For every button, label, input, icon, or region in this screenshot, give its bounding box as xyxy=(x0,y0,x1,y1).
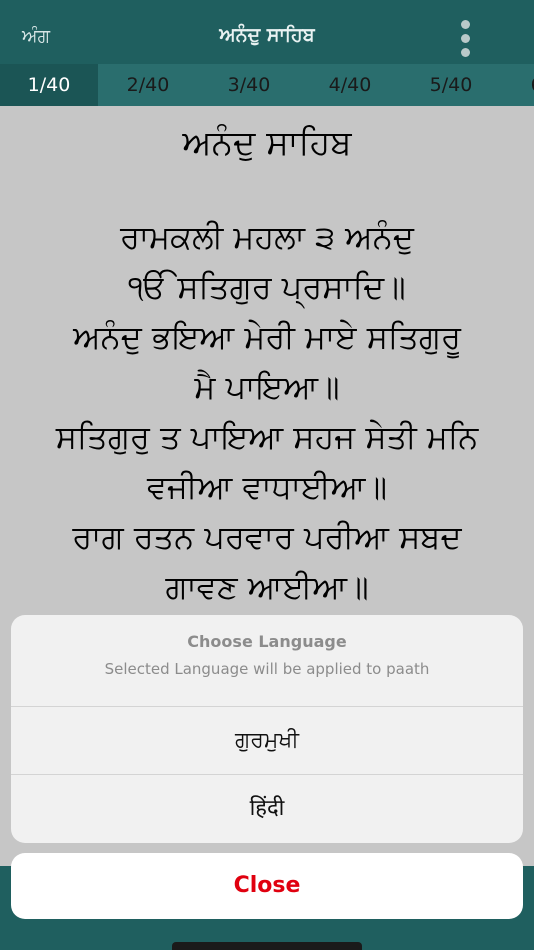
app-header: ਅੰਗ ਅਨੰਦੁ ਸਾਹਿਬ xyxy=(0,0,534,64)
tab-page-6[interactable]: 6/40 xyxy=(503,64,534,106)
verse-line: ੴ ਸਤਿਗੁਰ ਪ੍ਰਸਾਦਿ॥ xyxy=(128,268,406,306)
verse-line: ਗਾਵਣ ਆਈਆ॥ xyxy=(165,568,369,606)
tab-page-4[interactable]: 4/40 xyxy=(301,64,399,106)
more-options-icon[interactable] xyxy=(452,20,480,58)
tab-page-5[interactable]: 5/40 xyxy=(402,64,500,106)
tab-page-3[interactable]: 3/40 xyxy=(200,64,298,106)
sheet-title: Choose Language xyxy=(187,632,347,651)
verse-line: ਸਤਿਗੁਰੁ ਤ ਪਾਇਆ ਸਹਜ ਸੇਤੀ ਮਨਿ xyxy=(55,418,479,456)
language-option-hindi[interactable]: हिंदी xyxy=(11,775,523,842)
verse-line: ਅਨੰਦੁ ਭਇਆ ਮੇਰੀ ਮਾਏ ਸਤਿਗੁਰੂ xyxy=(73,318,461,356)
verse-line: ਵਜੀਆ ਵਾਧਾਈਆ॥ xyxy=(146,468,388,506)
tab-page-1[interactable]: 1/40 xyxy=(0,64,98,106)
sheet-header: Choose Language Selected Language will b… xyxy=(11,615,523,707)
language-option-gurmukhi[interactable]: ਗੁਰਮੁਖੀ xyxy=(11,707,523,775)
paath-heading: ਅਨੰਦੁ ਸਾਹਿਬ xyxy=(182,123,352,163)
page-tabs: 1/40 2/40 3/40 4/40 5/40 6/40 xyxy=(0,64,534,106)
language-action-sheet: Choose Language Selected Language will b… xyxy=(11,615,523,843)
verse-line: ਰਾਮਕਲੀ ਮਹਲਾ ੩ ਅਨੰਦੁ xyxy=(120,218,414,256)
tab-page-2[interactable]: 2/40 xyxy=(99,64,197,106)
close-button[interactable]: Close xyxy=(11,853,523,919)
home-indicator xyxy=(172,942,362,950)
verse-block: ਰਾਮਕਲੀ ਮਹਲਾ ੩ ਅਨੰਦੁ ੴ ਸਤਿਗੁਰ ਪ੍ਰਸਾਦਿ॥ ਅਨ… xyxy=(0,212,534,612)
sheet-subtitle: Selected Language will be applied to paa… xyxy=(104,660,430,678)
verse-line: ਰਾਗ ਰਤਨ ਪਰਵਾਰ ਪਰੀਆ ਸਬਦ xyxy=(72,518,462,556)
verse-line: ਮੈ ਪਾਇਆ॥ xyxy=(194,368,340,406)
